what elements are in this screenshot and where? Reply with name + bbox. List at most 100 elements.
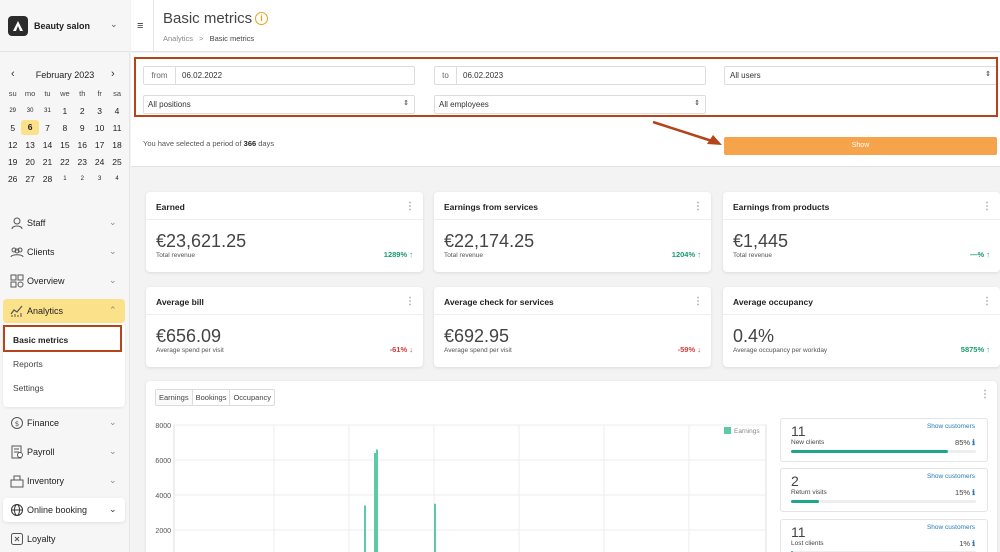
calendar-day[interactable]: 29 — [4, 108, 21, 114]
stat-label: Lost clients — [791, 540, 824, 547]
calendar-day[interactable]: 10 — [91, 123, 108, 133]
card-title: Average occupancy — [733, 297, 813, 307]
chart-legend: Earnings — [724, 427, 760, 435]
calendar-day[interactable]: 19 — [4, 157, 21, 167]
arrow-up-icon: ↑ — [986, 250, 990, 259]
calendar-day[interactable]: 31 — [39, 108, 56, 114]
calendar-day[interactable]: 21 — [39, 157, 56, 167]
stat-percent: 15% ℹ — [955, 488, 975, 497]
calendar-day[interactable]: 3 — [91, 176, 108, 182]
y-tick-label: 6000 — [155, 458, 171, 465]
show-customers-link[interactable]: Show customers — [927, 524, 975, 531]
calendar-week: 26 27 28 1 2 3 4 — [4, 170, 126, 187]
nav-analytics[interactable]: Analytics ⌃ — [3, 299, 125, 323]
nav-inventory-label: Inventory — [27, 476, 65, 486]
calendar-day[interactable]: 16 — [74, 140, 91, 150]
calendar-day[interactable]: 14 — [39, 140, 56, 150]
calendar-day[interactable]: 9 — [74, 123, 91, 133]
calendar-day[interactable]: 2 — [74, 106, 91, 116]
info-icon[interactable]: ℹ — [972, 438, 975, 447]
calendar-day[interactable]: 2 — [74, 176, 91, 182]
card-change: 1289% ↑ — [384, 250, 413, 259]
nav-inventory[interactable]: Inventory ⌄ — [3, 469, 125, 493]
calendar-day[interactable]: 3 — [91, 106, 108, 116]
more-icon[interactable]: ⋮ — [693, 201, 703, 212]
calendar-day[interactable]: 23 — [74, 157, 91, 167]
calendar-day[interactable]: 30 — [21, 108, 38, 114]
brand-switcher[interactable]: Beauty salon ⌄ — [0, 0, 130, 52]
show-customers-link[interactable]: Show customers — [927, 423, 975, 430]
nav-staff[interactable]: Staff ⌄ — [3, 211, 125, 235]
nav-analytics-label: Analytics — [27, 306, 64, 316]
breadcrumb-analytics[interactable]: Analytics — [163, 34, 193, 43]
submenu-reports[interactable]: Reports — [13, 359, 43, 369]
legend-label: Earnings — [734, 428, 760, 435]
calendar-day[interactable]: 1 — [56, 176, 73, 182]
tab-earnings[interactable]: Earnings — [156, 390, 193, 405]
calendar-day[interactable]: 26 — [4, 174, 21, 184]
globe-icon — [11, 504, 23, 516]
show-button[interactable]: Show — [724, 137, 997, 155]
nav-overview[interactable]: Overview ⌄ — [3, 269, 125, 293]
period-days: 366 — [243, 139, 257, 148]
more-icon[interactable]: ⋮ — [982, 296, 992, 307]
card-change-value: —% — [969, 250, 985, 259]
chevron-down-icon[interactable]: ⌄ — [110, 19, 118, 30]
nav-online-booking[interactable]: Online booking ⌄ — [3, 498, 125, 522]
calendar-day[interactable]: 20 — [21, 157, 38, 167]
calendar-day[interactable]: 28 — [39, 174, 56, 184]
calendar-day[interactable]: 17 — [91, 140, 108, 150]
nav-payroll[interactable]: Payroll ⌄ — [3, 440, 125, 464]
calendar-day[interactable]: 13 — [21, 140, 38, 150]
calendar-day[interactable]: 22 — [56, 157, 73, 167]
calendar-day[interactable]: 27 — [21, 174, 38, 184]
calendar-day[interactable]: 18 — [108, 140, 125, 150]
calendar-day[interactable]: 7 — [39, 123, 56, 133]
menu-icon[interactable]: ≡ — [137, 20, 143, 32]
nav-clients[interactable]: Clients ⌄ — [3, 240, 125, 264]
card-subtitle: Total revenue — [733, 252, 773, 259]
nav-loyalty[interactable]: Loyalty — [3, 527, 125, 551]
calendar-day[interactable]: 25 — [108, 157, 125, 167]
chart-bar — [434, 503, 436, 552]
calendar-day[interactable]: 5 — [4, 123, 21, 133]
calendar-day[interactable]: 6 — [21, 120, 39, 135]
info-icon[interactable]: ℹ — [972, 539, 975, 548]
chevron-right-icon[interactable]: › — [111, 68, 115, 80]
nav-finance[interactable]: $ Finance ⌄ — [3, 411, 125, 435]
card-value: 0.4% — [733, 326, 775, 346]
more-icon[interactable]: ⋮ — [693, 296, 703, 307]
calendar-day[interactable]: 4 — [108, 106, 125, 116]
arrow-down-icon: ↓ — [409, 345, 413, 354]
card-value: €22,174.25 — [444, 231, 535, 251]
y-tick-label: 8000 — [155, 423, 171, 430]
more-icon[interactable]: ⋮ — [980, 389, 990, 400]
more-icon[interactable]: ⋮ — [405, 296, 415, 307]
calendar-day[interactable]: 12 — [4, 140, 21, 150]
tab-occupancy[interactable]: Occupancy — [230, 390, 274, 405]
calendar-day[interactable]: 11 — [108, 123, 125, 133]
info-icon[interactable]: ℹ — [972, 488, 975, 497]
card-divider — [723, 314, 1000, 315]
calendar-day[interactable]: 24 — [91, 157, 108, 167]
card-subtitle: Total revenue — [156, 252, 196, 259]
chevron-down-icon: ⌄ — [109, 246, 117, 256]
card-title: Average bill — [156, 297, 204, 307]
info-icon[interactable]: i — [255, 12, 268, 25]
arrow-up-icon: ↑ — [409, 250, 413, 259]
calendar-day[interactable]: 1 — [56, 106, 73, 116]
calendar-dow: sa — [113, 88, 121, 98]
more-icon[interactable]: ⋮ — [405, 201, 415, 212]
more-icon[interactable]: ⋮ — [982, 201, 992, 212]
period-text: You have selected a period of 366 days — [143, 139, 274, 148]
tab-bookings[interactable]: Bookings — [193, 390, 231, 405]
calendar-day[interactable]: 4 — [108, 176, 125, 182]
stat-progress-fill — [791, 500, 819, 503]
card-value: €656.09 — [156, 326, 222, 346]
calendar-day[interactable]: 15 — [56, 140, 73, 150]
submenu-settings[interactable]: Settings — [13, 383, 44, 393]
card-subtitle: Average spend per visit — [444, 347, 512, 354]
show-customers-link[interactable]: Show customers — [927, 473, 975, 480]
calendar-day[interactable]: 8 — [56, 123, 73, 133]
stat-number: 11 — [791, 524, 806, 540]
